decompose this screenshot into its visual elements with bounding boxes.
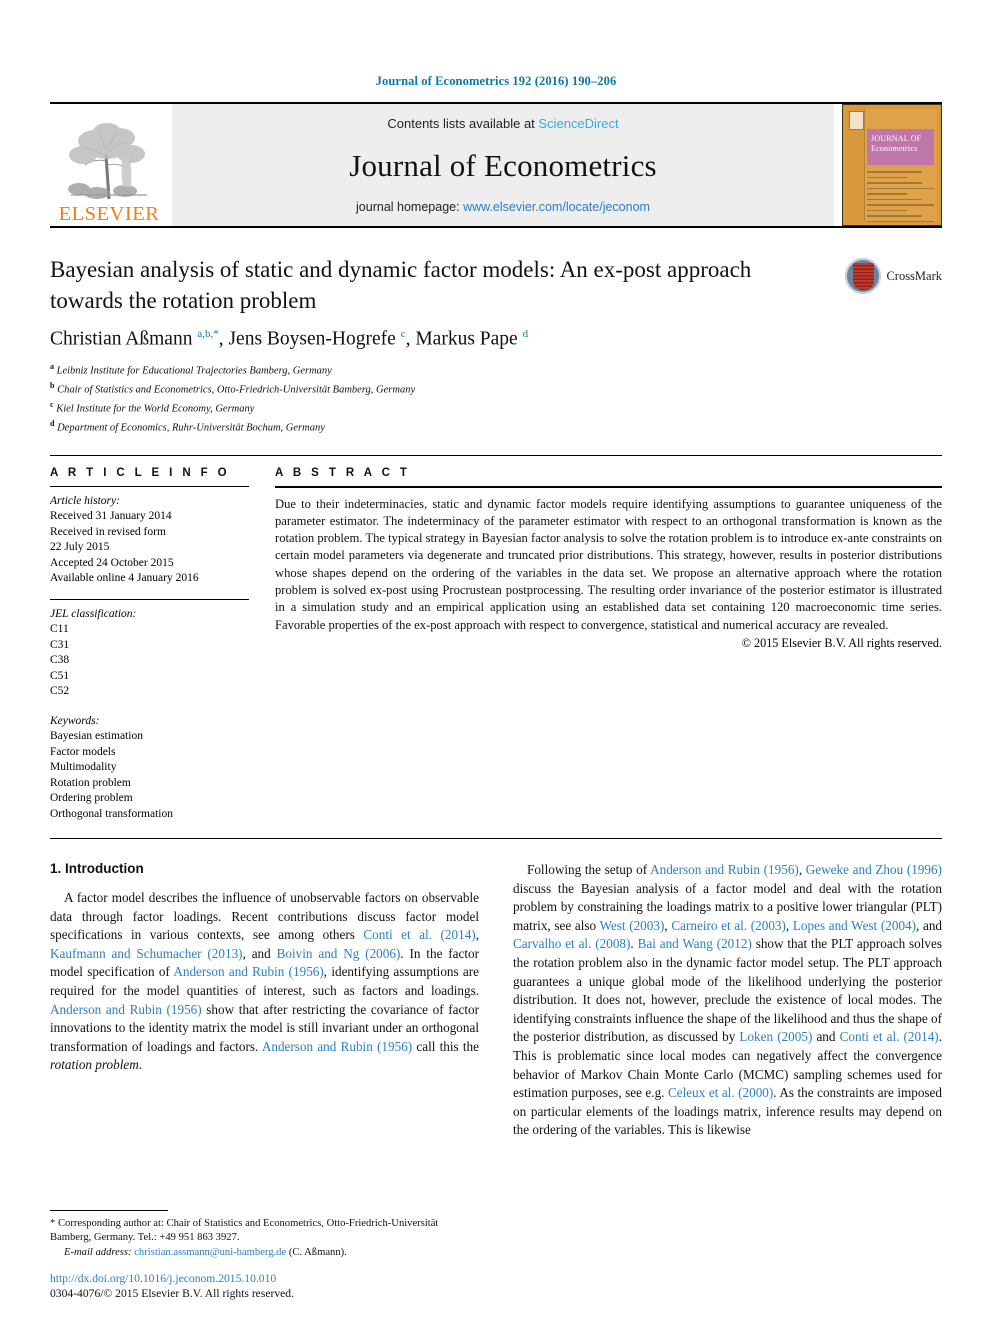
footnote-block: * Corresponding author at: Chair of Stat… [50, 1209, 480, 1301]
affiliation-c-text: Kiel Institute for the World Economy, Ge… [56, 403, 255, 414]
doi-link[interactable]: http://dx.doi.org/10.1016/j.jeconom.2015… [50, 1271, 480, 1286]
jel-code: C11 [50, 623, 69, 635]
abstract-rule [275, 485, 942, 488]
body-column-right: Following the setup of Anderson and Rubi… [513, 861, 942, 1140]
journal-cover-thumbnail: JOURNAL OF Econometrics [842, 104, 942, 226]
crossmark-badge[interactable]: CrossMark [845, 254, 942, 294]
keyword-item: Bayesian estimation [50, 730, 143, 742]
abstract-heading: A B S T R A C T [275, 466, 411, 479]
keyword-item: Factor models [50, 745, 116, 758]
paper-page: Journal of Econometrics 192 (2016) 190–2… [0, 0, 992, 1323]
running-head: Journal of Econometrics 192 (2016) 190–2… [375, 74, 617, 88]
elsevier-logo: ELSEVIER [50, 104, 168, 226]
abstract-column: A B S T R A C T Due to their indetermina… [275, 467, 942, 823]
intro-paragraph-left: A factor model describes the influence o… [50, 890, 480, 1073]
homepage-prefix: journal homepage: [356, 200, 464, 214]
affiliation-d-text: Department of Economics, Ruhr-Universitä… [57, 422, 325, 433]
issn-copyright-line: 0304-4076/© 2015 Elsevier B.V. All right… [50, 1287, 294, 1300]
article-info-column: A R T I C L E I N F O Article history: R… [50, 467, 275, 823]
jel-code: C31 [50, 638, 70, 651]
intro-paragraph-right: Following the setup of Anderson and Rubi… [513, 862, 943, 1138]
article-info-rule [50, 485, 249, 487]
history-item: Accepted 24 October 2015 [50, 556, 174, 569]
author-list: Christian Aßmann a,b,*, Jens Boysen-Hogr… [50, 328, 529, 350]
crossmark-label: CrossMark [886, 268, 942, 283]
affiliation-a-text: Leibniz Institute for Educational Trajec… [56, 365, 332, 376]
keyword-item: Rotation problem [50, 776, 131, 789]
cover-contents-lines [867, 171, 934, 222]
affiliation-list: a Leibniz Institute for Educational Traj… [50, 360, 942, 436]
affiliation-b-text: Chair of Statistics and Econometrics, Ot… [57, 384, 416, 395]
journal-title: Journal of Econometrics [349, 147, 657, 183]
email-owner: (C. Aßmann). [288, 1246, 347, 1258]
body-columns: 1. Introduction A factor model describes… [50, 839, 942, 1140]
history-item: Received in revised form [50, 525, 166, 538]
keyword-item: Ordering problem [50, 792, 133, 804]
jel-code: C38 [50, 654, 70, 666]
cover-title-line1: JOURNAL OF [871, 134, 922, 143]
email-address-link[interactable]: christian.assmann@uni-bamberg.de [134, 1247, 286, 1258]
corresponding-author-note: * Corresponding author at: Chair of Stat… [50, 1217, 480, 1246]
page-title: Bayesian analysis of static and dynamic … [50, 257, 752, 313]
history-item: Received 31 January 2014 [50, 510, 172, 522]
contents-prefix: Contents lists available at [387, 116, 539, 131]
abstract-text: Due to their indeterminacies, static and… [275, 496, 942, 632]
jel-label: JEL classification: [50, 607, 137, 620]
journal-homepage-link[interactable]: www.elsevier.com/locate/jeconom [463, 200, 650, 214]
sciencedirect-link[interactable]: ScienceDirect [538, 116, 618, 131]
cover-title-line2: Econometrics [871, 143, 918, 153]
history-item: Available online 4 January 2016 [50, 572, 199, 584]
corresponding-author-text: Corresponding author at: Chair of Statis… [50, 1217, 439, 1244]
footnote-rule [50, 1209, 168, 1211]
email-address-label: E-mail address: [64, 1246, 132, 1258]
affiliation-c: c Kiel Institute for the World Economy, … [50, 399, 255, 415]
journal-homepage-line: journal homepage: www.elsevier.com/locat… [356, 200, 650, 214]
body-column-left: 1. Introduction A factor model describes… [50, 861, 479, 1140]
article-history-label: Article history: [50, 494, 120, 507]
info-abstract-columns: A R T I C L E I N F O Article history: R… [50, 456, 942, 823]
masthead-center: Contents lists available at ScienceDirec… [172, 104, 834, 226]
email-note-inner: E-mail address: christian.assmann@uni-ba… [50, 1246, 480, 1260]
cover-logo-box [849, 111, 864, 130]
affiliation-d: d Department of Economics, Ruhr-Universi… [50, 418, 325, 434]
elsevier-wordmark: ELSEVIER [58, 202, 160, 225]
section-title-introduction: 1. Introduction [50, 861, 144, 876]
abstract-copyright: © 2015 Elsevier B.V. All rights reserved… [741, 635, 942, 650]
crossmark-icon [845, 258, 882, 294]
email-note: E-mail address: christian.assmann@uni-ba… [50, 1246, 480, 1260]
affiliation-b: b Chair of Statistics and Econometrics, … [50, 380, 416, 396]
journal-masthead: ELSEVIER Contents lists available at Sci… [50, 104, 942, 226]
keywords-label: Keywords: [50, 714, 100, 727]
article-info-heading: A R T I C L E I N F O [50, 466, 231, 479]
jel-rule [50, 598, 249, 600]
title-block: Bayesian analysis of static and dynamic … [50, 228, 942, 316]
cover-title: JOURNAL OF Econometrics [867, 129, 934, 165]
elsevier-tree-icon [68, 122, 147, 199]
keyword-item: Multimodality [50, 761, 117, 773]
jel-code: C52 [50, 685, 70, 697]
contents-available-line: Contents lists available at ScienceDirec… [387, 116, 618, 131]
footnote-star: * [50, 1217, 56, 1229]
history-item: 22 July 2015 [50, 541, 110, 553]
keyword-item: Orthogonal transformation [50, 807, 173, 820]
affiliation-a: a Leibniz Institute for Educational Traj… [50, 361, 332, 377]
jel-code: C51 [50, 669, 70, 682]
